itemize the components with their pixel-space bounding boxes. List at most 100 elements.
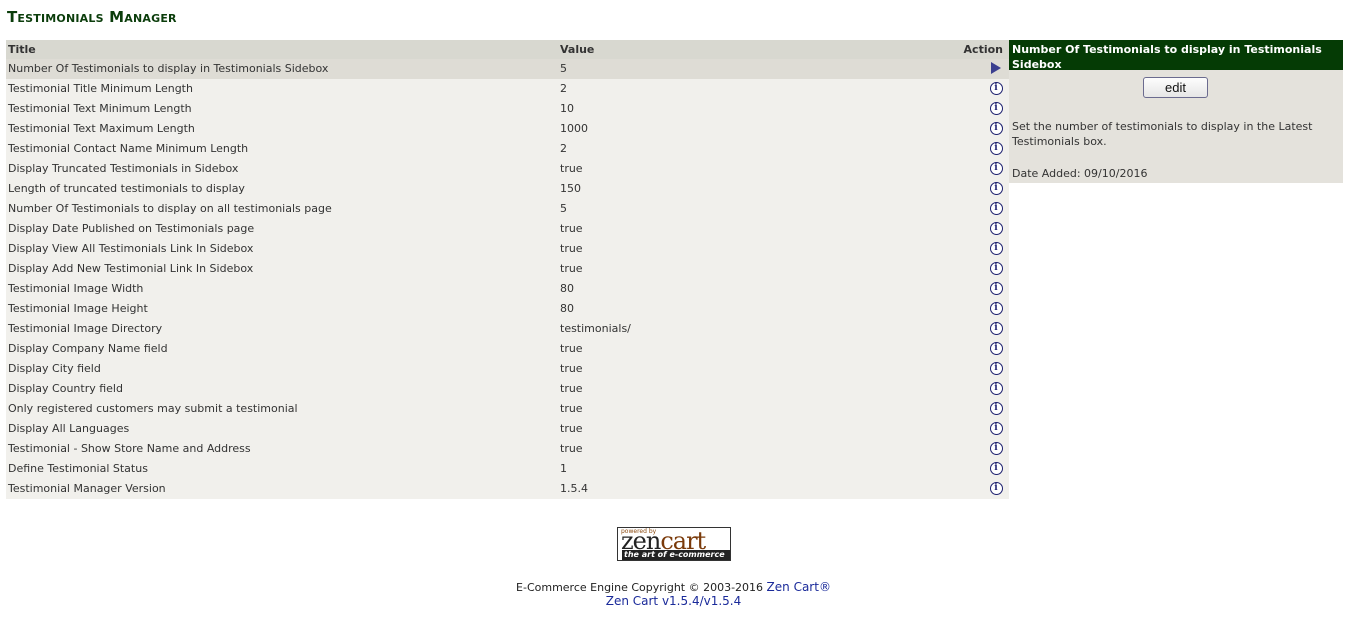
info-icon[interactable]: i [989,401,1003,415]
info-glyph: i [989,461,1003,475]
info-icon[interactable]: i [989,221,1003,235]
table-row[interactable]: Testimonial - Show Store Name and Addres… [6,439,1009,459]
info-glyph: i [989,361,1003,375]
info-panel: Number Of Testimonials to display in Tes… [1009,40,1343,183]
table-row[interactable]: Display City field true i [6,359,1009,379]
row-value: true [560,442,583,455]
table-row[interactable]: Display Truncated Testimonials in Sidebo… [6,159,1009,179]
footer-copyright: E-Commerce Engine Copyright © 2003-2016 … [0,580,1347,594]
column-header-title: Title [8,43,36,56]
info-icon[interactable]: i [989,101,1003,115]
info-glyph: i [989,421,1003,435]
info-glyph: i [989,81,1003,95]
table-row[interactable]: Testimonial Image Directory testimonials/… [6,319,1009,339]
row-title: Testimonial Image Directory [8,322,163,335]
table-row[interactable]: Display Add New Testimonial Link In Side… [6,259,1009,279]
info-icon[interactable]: i [989,141,1003,155]
info-icon[interactable]: i [989,421,1003,435]
copyright-text: E-Commerce Engine Copyright © 2003-2016 [516,581,767,594]
table-row[interactable]: Display All Languages true i [6,419,1009,439]
row-value: 80 [560,282,574,295]
info-icon[interactable]: i [989,81,1003,95]
info-icon[interactable]: i [989,481,1003,495]
info-icon[interactable]: i [989,241,1003,255]
info-glyph: i [989,381,1003,395]
row-title: Testimonial Contact Name Minimum Length [8,142,249,155]
info-icon[interactable]: i [989,121,1003,135]
footer-version: Zen Cart v1.5.4/v1.5.4 [0,594,1347,608]
info-icon[interactable]: i [989,341,1003,355]
info-glyph: i [989,481,1003,495]
row-value: true [560,402,583,415]
info-icon[interactable]: i [989,361,1003,375]
row-title: Testimonial - Show Store Name and Addres… [8,442,251,455]
row-title: Number Of Testimonials to display in Tes… [8,62,329,75]
table-row[interactable]: Testimonial Title Minimum Length 2 i [6,79,1009,99]
row-title: Display Add New Testimonial Link In Side… [8,262,254,275]
info-glyph: i [989,441,1003,455]
row-value: true [560,242,583,255]
row-value: 1.5.4 [560,482,588,495]
info-icon[interactable]: i [989,441,1003,455]
info-icon[interactable]: i [989,301,1003,315]
row-title: Testimonial Text Maximum Length [8,122,195,135]
panel-heading: Number Of Testimonials to display in Tes… [1009,40,1343,71]
version-link[interactable]: Zen Cart v1.5.4/v1.5.4 [606,594,742,608]
row-title: Testimonial Image Height [8,302,148,315]
row-value: 150 [560,182,581,195]
row-title: Only registered customers may submit a t… [8,402,298,415]
info-glyph: i [989,101,1003,115]
row-value: true [560,262,583,275]
info-glyph: i [989,301,1003,315]
table-row[interactable]: Display Company Name field true i [6,339,1009,359]
info-glyph: i [989,161,1003,175]
row-value: true [560,382,583,395]
row-value: 80 [560,302,574,315]
table-row[interactable]: Testimonial Image Height 80 i [6,299,1009,319]
table-row[interactable]: Testimonial Text Minimum Length 10 i [6,99,1009,119]
table-row[interactable]: Display Country field true i [6,379,1009,399]
table-row[interactable]: Length of truncated testimonials to disp… [6,179,1009,199]
info-glyph: i [989,241,1003,255]
edit-button[interactable]: edit [1143,77,1208,98]
info-icon[interactable]: i [989,201,1003,215]
info-glyph: i [989,121,1003,135]
info-glyph: i [989,181,1003,195]
info-glyph: i [989,221,1003,235]
row-value: true [560,162,583,175]
table-row[interactable]: Testimonial Text Maximum Length 1000 i [6,119,1009,139]
panel-date-added: Date Added: 09/10/2016 [1012,167,1148,180]
table-row[interactable]: Display Date Published on Testimonials p… [6,219,1009,239]
row-value: true [560,422,583,435]
row-value: true [560,342,583,355]
table-row[interactable]: Testimonial Manager Version 1.5.4 i [6,479,1009,499]
table-row[interactable]: Display View All Testimonials Link In Si… [6,239,1009,259]
info-icon[interactable]: i [989,381,1003,395]
info-icon[interactable]: i [989,281,1003,295]
row-title: Length of truncated testimonials to disp… [8,182,245,195]
table-row[interactable]: Testimonial Contact Name Minimum Length 2… [6,139,1009,159]
info-glyph: i [989,321,1003,335]
row-title: Display Company Name field [8,342,168,355]
info-icon[interactable]: i [989,261,1003,275]
table-row[interactable]: Define Testimonial Status 1 i [6,459,1009,479]
info-icon[interactable]: i [989,181,1003,195]
configuration-table: Title Value Action Number Of Testimonial… [6,40,1009,499]
row-title: Display Country field [8,382,123,395]
zen-cart-logo[interactable]: powered by zencart the art of e-commerce [617,527,731,561]
info-glyph: i [989,261,1003,275]
row-title: Testimonial Text Minimum Length [8,102,192,115]
table-row[interactable]: Only registered customers may submit a t… [6,399,1009,419]
row-value: testimonials/ [560,322,631,335]
table-row[interactable]: Number Of Testimonials to display on all… [6,199,1009,219]
info-icon[interactable]: i [989,461,1003,475]
arrow-icon[interactable] [989,61,1003,75]
row-title: Display View All Testimonials Link In Si… [8,242,254,255]
info-glyph: i [989,201,1003,215]
info-icon[interactable]: i [989,321,1003,335]
table-row[interactable]: Testimonial Image Width 80 i [6,279,1009,299]
zen-cart-link[interactable]: Zen Cart® [767,580,831,594]
row-title: Display City field [8,362,101,375]
info-icon[interactable]: i [989,161,1003,175]
table-row[interactable]: Number Of Testimonials to display in Tes… [6,59,1009,79]
